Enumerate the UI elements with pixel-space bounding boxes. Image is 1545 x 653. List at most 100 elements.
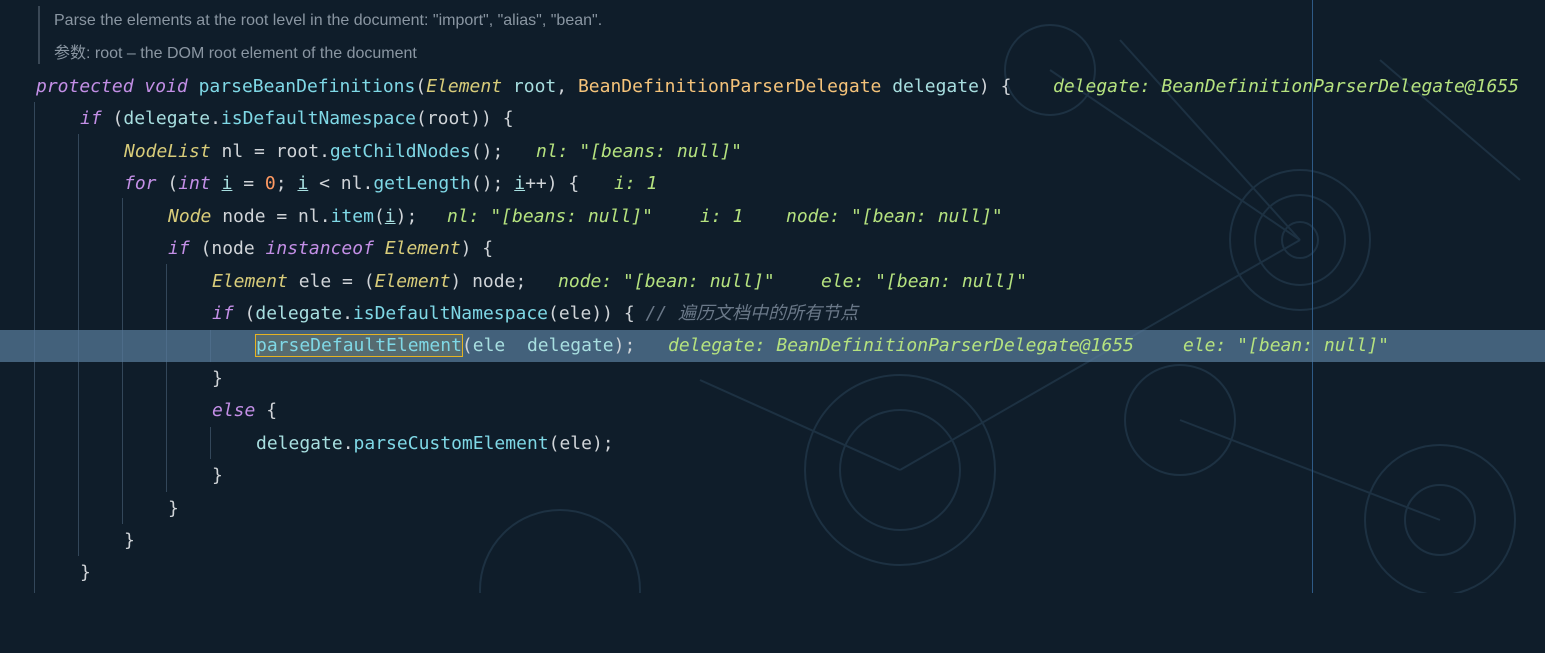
type-name: Element [384,238,461,259]
type-name: Element [374,271,451,292]
debug-inline-value: i: 1 [700,206,744,227]
punct [505,335,527,356]
keyword: void [144,76,188,97]
code-line[interactable]: if (delegate.isDefaultNamespace(root)) { [0,103,1545,135]
punct: ); [613,335,636,356]
debug-inline-value: ele: "[bean: null]" [1183,335,1389,356]
punct: ( [415,76,427,97]
code-editor[interactable]: Parse the elements at the root level in … [0,0,1545,593]
loop-variable: i [514,173,526,194]
code-text: (node [189,238,266,259]
method-name: parseBeanDefinitions [198,76,416,97]
method-call: isDefaultNamespace [220,108,416,129]
code-line[interactable]: Node node = nl.item(i); nl: "[beans: nul… [0,201,1545,233]
code-line[interactable]: } [0,557,1545,589]
brace: { [255,400,278,421]
type-name: NodeList [124,141,211,162]
method-call: getChildNodes [329,141,471,162]
javadoc-popup: Parse the elements at the root level in … [38,6,830,64]
punct: ; [275,173,298,194]
code-line[interactable]: Element ele = (Element) node; node: "[be… [0,266,1545,298]
punct: ( [156,173,179,194]
debug-inline-value: delegate: BeanDefinitionParserDelegate@1… [1053,76,1519,97]
code-line[interactable]: } [0,460,1545,492]
code-line[interactable]: else { [0,395,1545,427]
argument: delegate [526,335,614,356]
code-text: ele = ( [287,271,375,292]
keyword: if [80,108,102,129]
code-line[interactable]: delegate.parseCustomElement(ele); [0,428,1545,460]
code-text: ) node; [450,271,527,292]
method-call-highlighted[interactable]: parseDefaultElement [255,334,463,357]
code-line[interactable]: NodeList nl = root.getChildNodes(); nl: … [0,136,1545,168]
brace: } [80,562,91,583]
brace: } [212,465,223,486]
punct: . [210,108,221,129]
doc-summary: Parse the elements at the root level in … [54,12,603,29]
type-name: Element [212,271,288,292]
brace: } [212,368,223,389]
keyword: if [212,303,234,324]
punct: ( [373,206,385,227]
keyword: int [178,173,211,194]
param-type: BeanDefinitionParserDelegate [577,76,882,97]
keyword: if [168,238,190,259]
debug-inline-value: ele: "[bean: null]" [821,271,1027,292]
brace: } [124,530,135,551]
code-line[interactable]: } [0,525,1545,557]
code-line[interactable]: } [0,363,1545,395]
param-name: root [512,76,557,97]
method-call: isDefaultNamespace [352,303,548,324]
param-name: delegate [892,76,979,97]
brace: } [168,498,179,519]
punct: ++) { [525,173,580,194]
punct: , [556,76,578,97]
punct: . [342,433,354,454]
identifier: delegate [256,433,343,454]
debug-inline-value: nl: "[beans: null]" [536,141,742,162]
number-literal: 0 [264,173,276,194]
punct: (); [470,141,504,162]
loop-variable: i [221,173,233,194]
code-line[interactable]: protected void parseBeanDefinitions(Elem… [0,71,1545,103]
code-line[interactable]: if (delegate.isDefaultNamespace(ele)) { … [0,298,1545,330]
argument: ele [472,335,506,356]
punct: ( [101,108,124,129]
punct: (ele); [548,433,614,454]
punct: ( [461,335,473,356]
code-comment: // 遍历文档中的所有节点 [645,303,859,324]
debug-inline-value: nl: "[beans: null]" [447,206,653,227]
keyword: instanceof [265,238,374,259]
param-type: Element [426,76,503,97]
identifier: delegate [255,303,343,324]
loop-variable: i [297,173,309,194]
doc-param: 参数: root – the DOM root element of the d… [54,45,417,62]
punct: = [232,173,265,194]
punct [374,238,385,259]
punct: ); [395,206,418,227]
code-line[interactable]: } [0,493,1545,525]
punct [211,173,222,194]
keyword: else [212,400,256,421]
loop-variable: i [384,206,396,227]
method-call: getLength [373,173,471,194]
keyword: for [124,173,157,194]
method-call: parseCustomElement [353,433,549,454]
identifier: delegate [123,108,211,129]
debug-inline-value: node: "[bean: null]" [786,206,1003,227]
code-line[interactable]: if (node instanceof Element) { [0,233,1545,265]
code-text: node = nl. [211,206,331,227]
punct: (root)) { [416,108,514,129]
code-line[interactable]: for (int i = 0; i < nl.getLength(); i++)… [0,168,1545,200]
punct: (ele)) { [548,303,646,324]
punct: ) { [978,76,1012,97]
debug-inline-value: node: "[bean: null]" [558,271,775,292]
method-call: item [330,206,374,227]
debug-inline-value: delegate: BeanDefinitionParserDelegate@1… [668,335,1134,356]
punct: ( [233,303,256,324]
type-name: Node [168,206,212,227]
current-execution-line[interactable]: parseDefaultElement(ele delegate); deleg… [0,330,1545,362]
punct: (); [470,173,515,194]
code-text: < nl. [308,173,374,194]
punct: . [342,303,353,324]
